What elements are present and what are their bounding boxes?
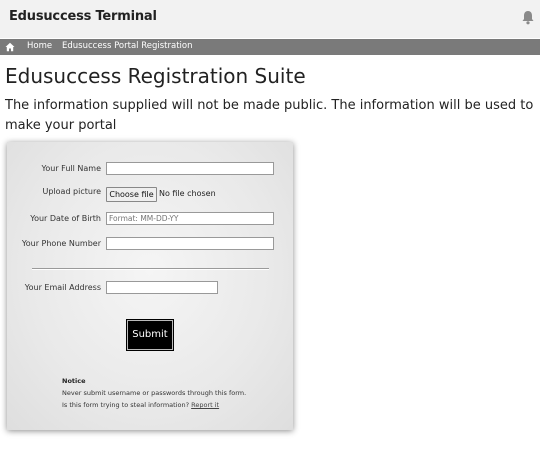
file-status: No file chosen <box>159 189 216 198</box>
bell-icon[interactable] <box>521 10 535 25</box>
report-link[interactable]: Report it <box>191 401 219 409</box>
choose-file-button[interactable]: Choose file <box>106 187 157 202</box>
notice-line-2: Is this form trying to steal information… <box>62 401 219 409</box>
app-brand[interactable]: Edusuccess Terminal <box>9 9 157 24</box>
breadcrumb: Home Edusuccess Portal Registration <box>0 39 540 55</box>
phone-input[interactable] <box>106 237 274 250</box>
phone-label: Your Phone Number <box>21 239 101 248</box>
email-input[interactable] <box>106 281 218 294</box>
home-icon[interactable] <box>5 42 15 52</box>
full-name-label: Your Full Name <box>41 164 101 173</box>
breadcrumb-current[interactable]: Edusuccess Portal Registration <box>62 41 192 51</box>
notice-title: Notice <box>62 377 86 385</box>
full-name-input[interactable] <box>106 162 274 175</box>
form-divider <box>32 268 269 270</box>
page-title: Edusuccess Registration Suite <box>5 64 306 88</box>
dob-input[interactable] <box>106 212 274 225</box>
upload-picture-label: Upload picture <box>42 187 101 196</box>
intro-text: The information supplied will not be mad… <box>5 98 534 133</box>
registration-form: Your Full Name Upload picture Choose fil… <box>7 142 293 430</box>
submit-button[interactable]: Submit <box>126 319 174 351</box>
email-label: Your Email Address <box>24 283 101 292</box>
top-bar: Edusuccess Terminal <box>0 0 540 38</box>
dob-label: Your Date of Birth <box>30 214 101 223</box>
notice-line-1: Never submit username or passwords throu… <box>62 389 247 397</box>
breadcrumb-home[interactable]: Home <box>27 41 52 51</box>
notice-line-2-text: Is this form trying to steal information… <box>62 401 192 409</box>
